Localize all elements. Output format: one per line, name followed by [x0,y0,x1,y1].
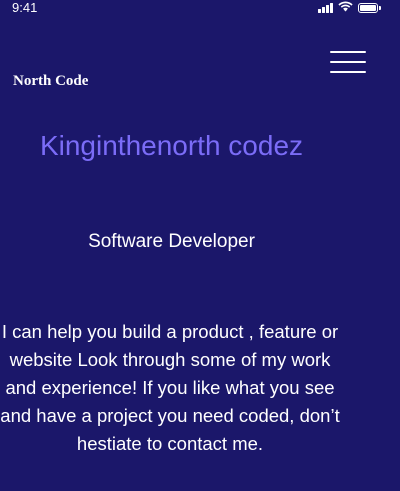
status-time: 9:41 [12,0,38,15]
hero-description: I can help you build a product , feature… [0,321,340,454]
status-icons [318,0,381,17]
wifi-icon [338,0,353,17]
hero-title: Kinginthenorth codez [39,130,304,161]
signal-icon [318,3,333,13]
brand-logo[interactable]: North Code [13,73,88,90]
hamburger-menu-icon[interactable] [328,48,368,78]
battery-icon [358,3,381,13]
hero-subtitle: Software Developer [88,231,255,252]
status-bar: 9:41 [0,0,400,18]
